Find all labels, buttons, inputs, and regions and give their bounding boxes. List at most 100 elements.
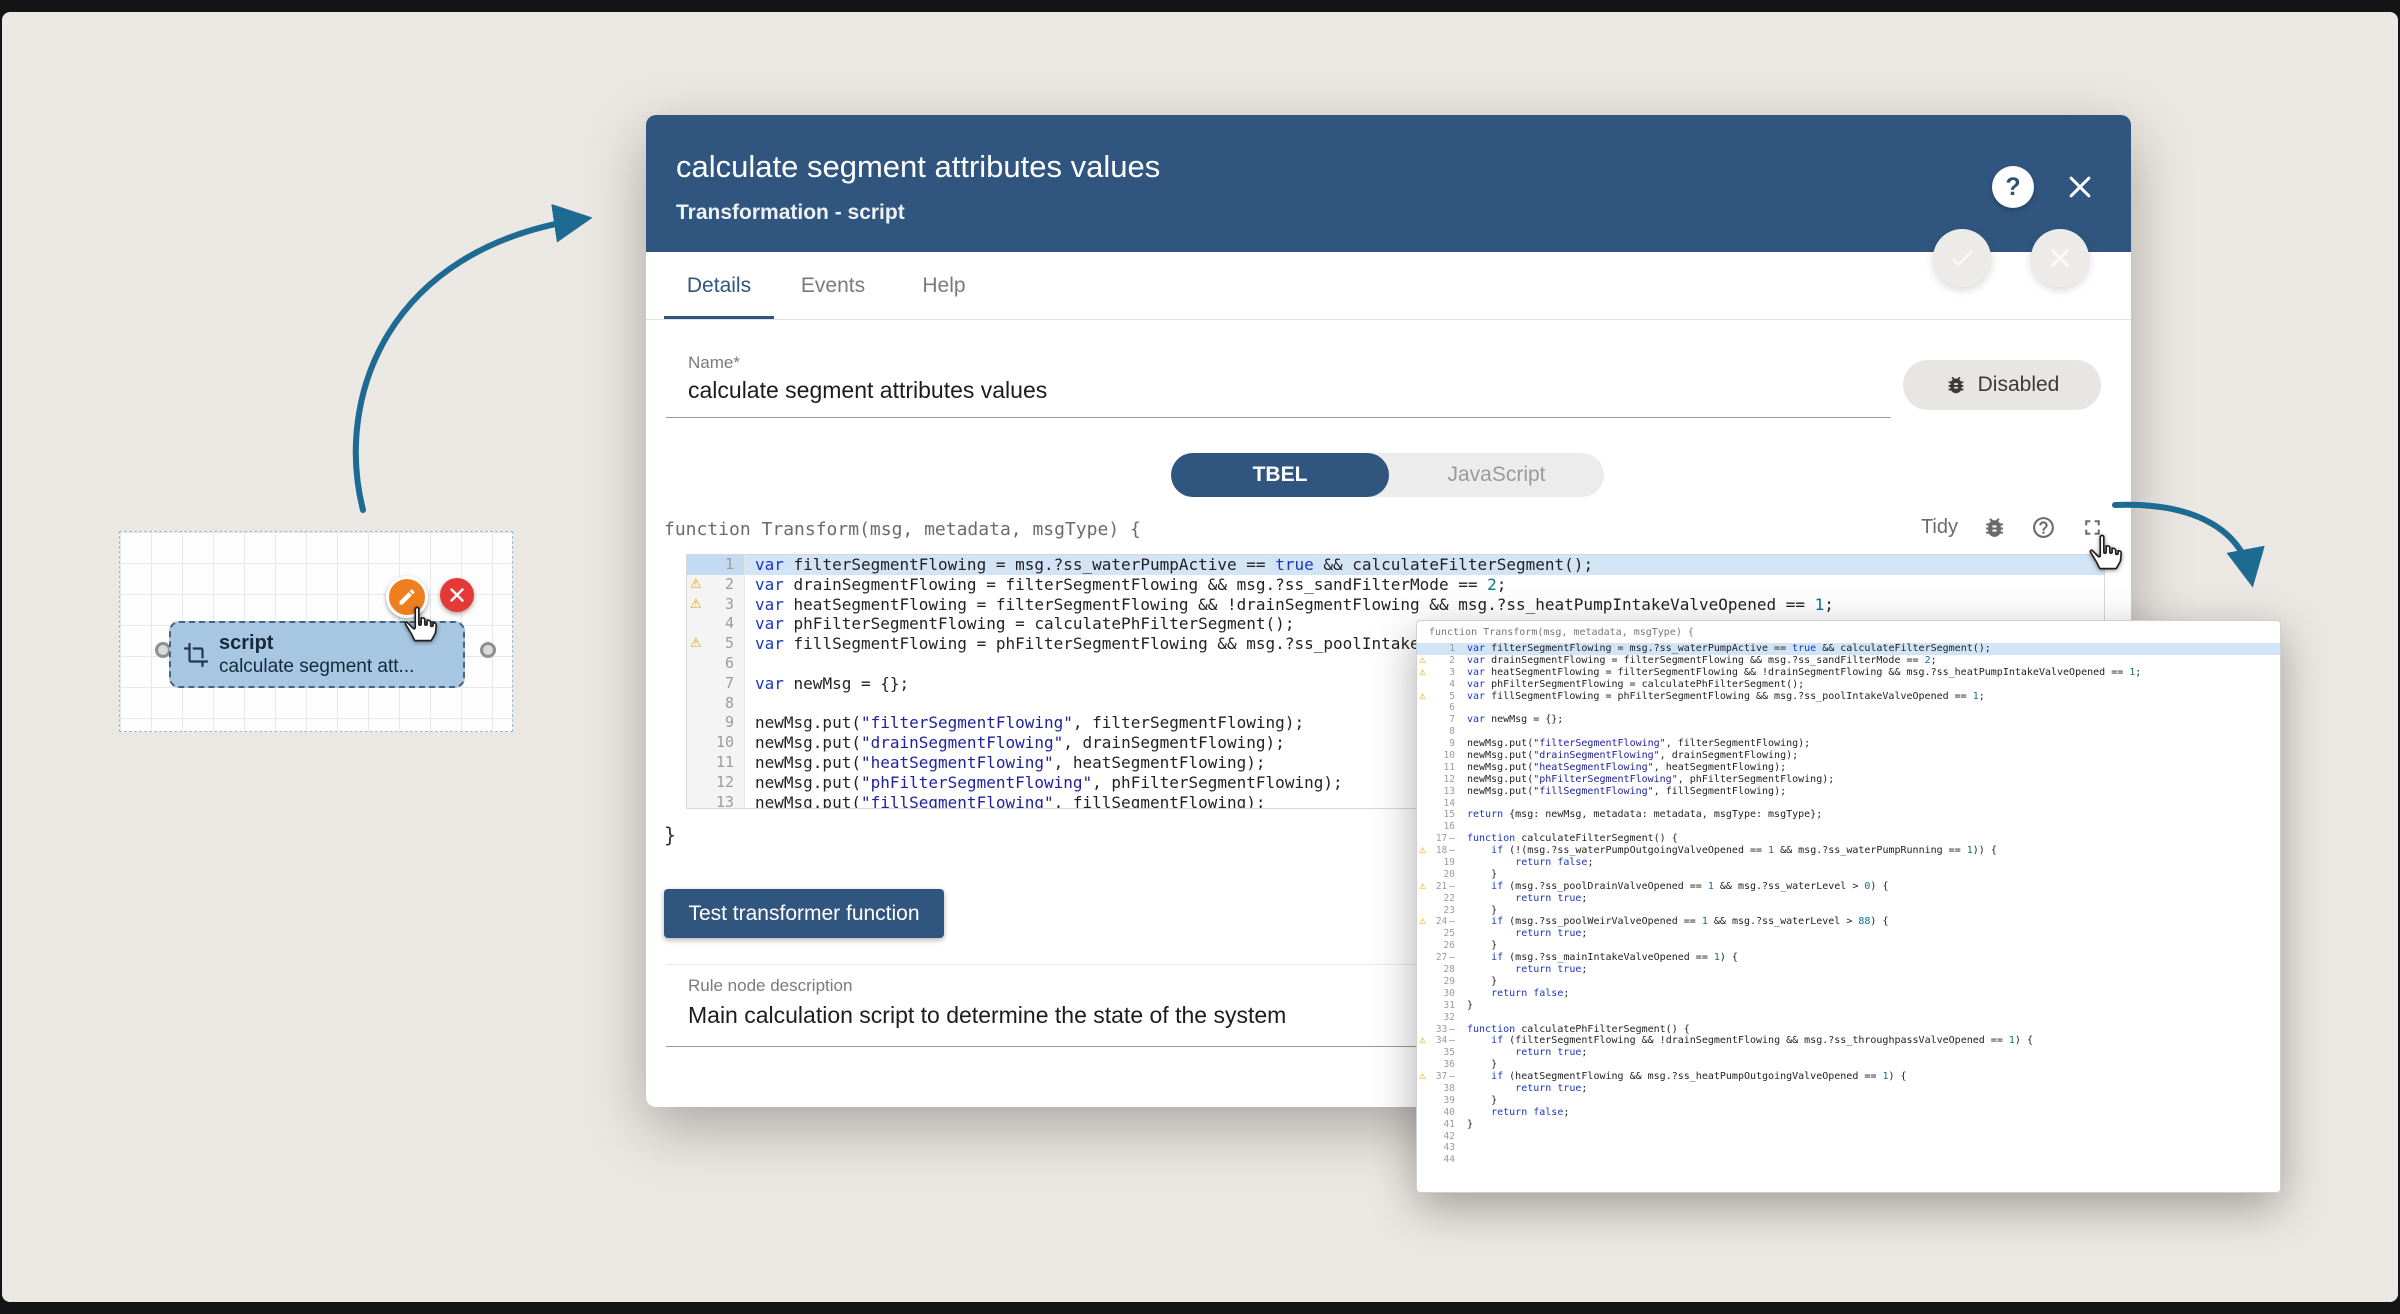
code-line-10[interactable]: 10newMsg.put("drainSegmentFlowing", drai… — [1417, 750, 2280, 762]
close-button[interactable] — [2063, 170, 2097, 204]
code-line-37[interactable]: ⚠37– if (heatSegmentFlowing && msg.?ss_h… — [1417, 1071, 2280, 1083]
code-line-22[interactable]: 22 return true; — [1417, 893, 2280, 905]
code-line-7[interactable]: 7var newMsg = {}; — [1417, 714, 2280, 726]
test-transformer-button[interactable]: Test transformer function — [664, 889, 944, 938]
rule-node-script[interactable]: script calculate segment att... — [169, 621, 465, 688]
tab-help[interactable]: Help — [892, 252, 996, 319]
fold-marker[interactable]: – — [1449, 1071, 1455, 1082]
code-text: } — [1459, 1095, 1497, 1107]
line-number: 10 — [1417, 750, 1459, 762]
code-line-16[interactable]: 16 — [1417, 821, 2280, 833]
code-line-2[interactable]: ⚠2var drainSegmentFlowing = filterSegmen… — [1417, 655, 2280, 667]
editor-help-icon[interactable] — [2030, 514, 2056, 540]
fold-marker[interactable]: – — [1449, 1035, 1455, 1046]
fullscreen-icon[interactable] — [2079, 514, 2105, 540]
toggle-option-javascript[interactable]: JavaScript — [1389, 453, 1604, 497]
code-line-27[interactable]: 27– if (msg.?ss_mainIntakeValveOpened ==… — [1417, 952, 2280, 964]
toggle-option-tbel[interactable]: TBEL — [1171, 453, 1389, 497]
code-line-1[interactable]: 1var filterSegmentFlowing = msg.?ss_wate… — [1417, 643, 2280, 655]
code-line-24[interactable]: ⚠24– if (msg.?ss_poolWeirValveOpened == … — [1417, 916, 2280, 928]
close-icon — [2048, 246, 2072, 270]
code-line-20[interactable]: 20 } — [1417, 869, 2280, 881]
code-line-44[interactable]: 44 — [1417, 1154, 2280, 1166]
code-line-17[interactable]: 17–function calculateFilterSegment() { — [1417, 833, 2280, 845]
code-line-5[interactable]: ⚠5var fillSegmentFlowing = phFilterSegme… — [1417, 691, 2280, 703]
code-line-31[interactable]: 31} — [1417, 1000, 2280, 1012]
fold-marker[interactable]: – — [1449, 845, 1455, 856]
code-line-11[interactable]: 11newMsg.put("heatSegmentFlowing", heatS… — [1417, 762, 2280, 774]
debug-icon[interactable] — [1981, 514, 2007, 540]
fold-marker[interactable]: – — [1449, 881, 1455, 892]
code-line-30[interactable]: 30 return false; — [1417, 988, 2280, 1000]
code-line-13[interactable]: 13newMsg.put("fillSegmentFlowing", fillS… — [1417, 786, 2280, 798]
tidy-button[interactable]: Tidy — [1921, 516, 1958, 539]
code-text: } — [1459, 1119, 1473, 1131]
node-edit-button[interactable] — [386, 576, 428, 618]
code-line-6[interactable]: 6 — [1417, 702, 2280, 714]
code-line-4[interactable]: 4var phFilterSegmentFlowing = calculateP… — [1417, 679, 2280, 691]
code-line-8[interactable]: 8 — [1417, 726, 2280, 738]
code-line-3[interactable]: ⚠3var heatSegmentFlowing = filterSegment… — [687, 595, 2104, 615]
code-line-26[interactable]: 26 } — [1417, 940, 2280, 952]
code-line-41[interactable]: 41} — [1417, 1119, 2280, 1131]
code-line-33[interactable]: 33–function calculatePhFilterSegment() { — [1417, 1024, 2280, 1036]
fold-marker[interactable]: – — [1449, 952, 1455, 963]
name-input[interactable] — [688, 377, 1838, 404]
code-line-42[interactable]: 42 — [1417, 1131, 2280, 1143]
code-line-19[interactable]: 19 return false; — [1417, 857, 2280, 869]
code-line-12[interactable]: 12newMsg.put("phFilterSegmentFlowing", p… — [1417, 774, 2280, 786]
warning-icon: ⚠ — [1419, 667, 1426, 679]
code-text: var drainSegmentFlowing = filterSegmentF… — [1459, 655, 1937, 667]
code-text — [1459, 726, 1467, 738]
line-number: 35 — [1417, 1047, 1459, 1059]
code-line-15[interactable]: 15return {msg: newMsg, metadata: metadat… — [1417, 809, 2280, 821]
warning-icon: ⚠ — [1419, 1035, 1426, 1047]
line-number: 28 — [1417, 964, 1459, 976]
code-text: } — [1459, 976, 1497, 988]
code-line-34[interactable]: ⚠34– if (filterSegmentFlowing && !drainS… — [1417, 1035, 2280, 1047]
question-mark-glyph: ? — [2005, 173, 2020, 202]
node-delete-button[interactable] — [440, 578, 474, 612]
code-text — [745, 694, 755, 714]
code-line-25[interactable]: 25 return true; — [1417, 928, 2280, 940]
code-text: return {msg: newMsg, metadata: metadata,… — [1459, 809, 1822, 821]
code-text: newMsg.put("phFilterSegmentFlowing", phF… — [745, 773, 1343, 793]
code-line-23[interactable]: 23 } — [1417, 905, 2280, 917]
code-line-2[interactable]: ⚠2var drainSegmentFlowing = filterSegmen… — [687, 575, 2104, 595]
node-output-connector[interactable] — [480, 642, 496, 658]
code-line-32[interactable]: 32 — [1417, 1012, 2280, 1024]
fold-marker[interactable]: – — [1449, 916, 1455, 927]
code-text: } — [1459, 905, 1497, 917]
code-line-36[interactable]: 36 } — [1417, 1059, 2280, 1071]
line-number: 13 — [1417, 786, 1459, 798]
code-line-38[interactable]: 38 return true; — [1417, 1083, 2280, 1095]
expanded-editor-content[interactable]: 1var filterSegmentFlowing = msg.?ss_wate… — [1417, 643, 2280, 1192]
code-line-28[interactable]: 28 return true; — [1417, 964, 2280, 976]
code-text: newMsg.put("heatSegmentFlowing", heatSeg… — [745, 753, 1266, 773]
code-text: var filterSegmentFlowing = msg.?ss_water… — [745, 555, 1593, 575]
code-line-21[interactable]: ⚠21– if (msg.?ss_poolDrainValveOpened ==… — [1417, 881, 2280, 893]
code-line-29[interactable]: 29 } — [1417, 976, 2280, 988]
expanded-code-editor[interactable]: function Transform(msg, metadata, msgTyp… — [1416, 620, 2281, 1193]
line-number: 7 — [1417, 714, 1459, 726]
code-line-9[interactable]: 9newMsg.put("filterSegmentFlowing", filt… — [1417, 738, 2280, 750]
line-number: 43 — [1417, 1142, 1459, 1154]
code-text: newMsg.put("filterSegmentFlowing", filte… — [745, 713, 1304, 733]
debug-mode-chip[interactable]: Disabled — [1903, 360, 2101, 410]
fold-marker[interactable]: – — [1449, 1024, 1455, 1035]
divider — [646, 319, 2131, 320]
code-line-39[interactable]: 39 } — [1417, 1095, 2280, 1107]
help-button[interactable]: ? — [1992, 166, 2034, 208]
code-line-35[interactable]: 35 return true; — [1417, 1047, 2280, 1059]
code-line-18[interactable]: ⚠18– if (!(msg.?ss_waterPumpOutgoingValv… — [1417, 845, 2280, 857]
code-line-43[interactable]: 43 — [1417, 1142, 2280, 1154]
code-line-3[interactable]: ⚠3var heatSegmentFlowing = filterSegment… — [1417, 667, 2280, 679]
code-line-40[interactable]: 40 return false; — [1417, 1107, 2280, 1119]
close-icon — [449, 587, 465, 603]
tab-events[interactable]: Events — [774, 252, 892, 319]
code-line-14[interactable]: 14 — [1417, 798, 2280, 810]
code-line-1[interactable]: 1var filterSegmentFlowing = msg.?ss_wate… — [687, 555, 2104, 575]
fold-marker[interactable]: – — [1449, 833, 1455, 844]
tab-details[interactable]: Details — [664, 252, 774, 319]
code-text — [1459, 1131, 1467, 1143]
